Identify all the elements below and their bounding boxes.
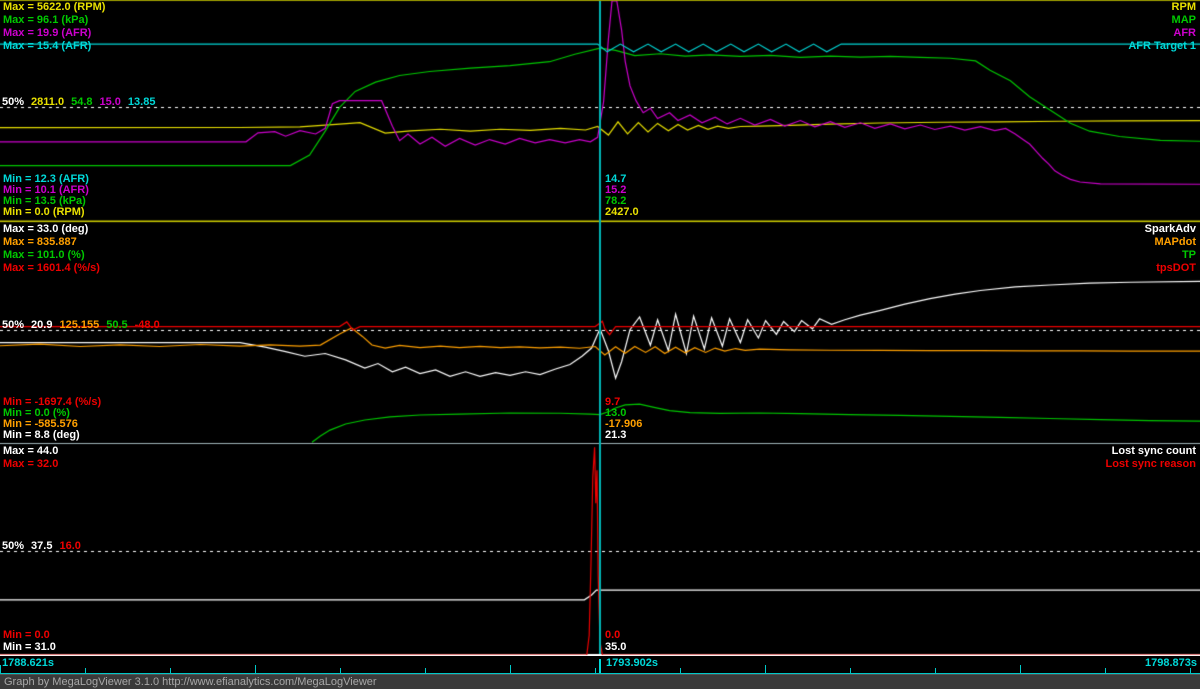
time-tick — [595, 668, 596, 673]
time-tick — [340, 668, 341, 673]
megalogviewer-window: Max = 5622.0 (RPM) Max = 96.1 (kPa) Max = … — [0, 0, 1200, 689]
time-tick — [1190, 668, 1191, 673]
time-tick — [0, 665, 1, 673]
graph-canvas[interactable] — [0, 0, 1200, 656]
time-tick — [425, 668, 426, 673]
time-axis[interactable]: 1788.621s 1793.902s 1798.873s — [0, 656, 1200, 674]
time-tick — [680, 668, 681, 673]
time-tick — [510, 665, 511, 673]
time-tick — [935, 668, 936, 673]
time-tick — [765, 665, 766, 673]
status-bar: Graph by MegaLogViewer 3.1.0 http://www.… — [0, 674, 1200, 689]
cursor-tick — [599, 659, 601, 673]
time-cursor-label: 1793.902s — [606, 657, 658, 669]
time-tick — [1020, 665, 1021, 673]
time-tick — [1105, 668, 1106, 673]
time-tick — [170, 668, 171, 673]
status-text: Graph by MegaLogViewer 3.1.0 http://www.… — [4, 676, 377, 688]
time-start-label: 1788.621s — [2, 657, 54, 669]
time-tick — [850, 668, 851, 673]
time-tick — [85, 668, 86, 673]
time-tick — [255, 665, 256, 673]
